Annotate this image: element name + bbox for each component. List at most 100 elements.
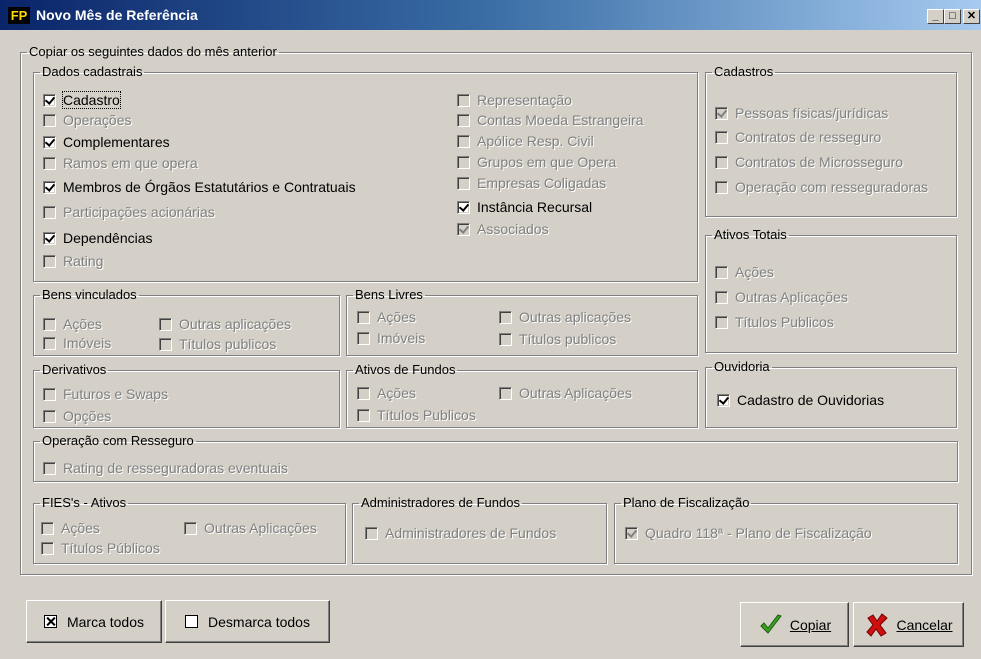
checkbox-box[interactable] <box>159 317 172 331</box>
checkbox-label: Operação com resseguradoras <box>735 179 928 195</box>
checkbox-at-outras[interactable]: Outras Aplicações <box>715 289 848 305</box>
checkbox-box[interactable] <box>365 526 378 540</box>
checkbox-box[interactable] <box>357 408 370 422</box>
checkbox-label: Outras Aplicações <box>735 289 848 305</box>
checkbox-box[interactable] <box>43 93 56 107</box>
checkbox-box[interactable] <box>43 231 56 245</box>
checkbox-label: Instância Recursal <box>477 199 593 215</box>
checkbox-box[interactable] <box>715 265 728 279</box>
checkbox-box[interactable] <box>457 93 470 107</box>
checkbox-at-acoes[interactable]: Ações <box>715 264 774 280</box>
checkbox-box[interactable] <box>41 541 54 555</box>
checkbox-af-titulos[interactable]: Títulos Publicos <box>357 407 476 423</box>
checkbox-at-titulos[interactable]: Títulos Publicos <box>715 314 834 330</box>
checkbox-contratos-resseguro[interactable]: Contratos de resseguro <box>715 129 881 145</box>
checkbox-bv-titulos[interactable]: Títulos publicos <box>159 336 276 352</box>
checkbox-label: Empresas Coligadas <box>477 175 607 191</box>
checkbox-af-outras[interactable]: Outras Aplicações <box>499 385 632 401</box>
checkbox-associados[interactable]: Associados <box>457 221 549 237</box>
checkbox-box[interactable] <box>457 200 470 214</box>
checkbox-box[interactable] <box>357 310 370 324</box>
checkbox-box[interactable] <box>184 521 197 535</box>
checkbox-box[interactable] <box>43 336 56 350</box>
checkbox-box[interactable] <box>499 310 512 324</box>
checkbox-box[interactable] <box>43 254 56 268</box>
checkbox-box[interactable] <box>457 176 470 190</box>
checkbox-instancia-recursal[interactable]: Instância Recursal <box>457 199 592 215</box>
checkbox-fies-titulos[interactable]: Títulos Públicos <box>41 540 160 556</box>
checkbox-box[interactable] <box>715 290 728 304</box>
checkbox-box[interactable] <box>457 222 470 236</box>
checkbox-cadastro[interactable]: Cadastro <box>43 91 121 109</box>
minimize-button[interactable]: _ <box>927 9 944 24</box>
checkbox-box[interactable] <box>43 205 56 219</box>
checkbox-box[interactable] <box>717 393 730 407</box>
checkbox-fies-outras[interactable]: Outras Aplicações <box>184 520 317 536</box>
checkbox-label: Títulos publicos <box>179 336 277 352</box>
checkbox-grupos[interactable]: Grupos em que Opera <box>457 154 616 170</box>
checkbox-cadastro-ouvidorias[interactable]: Cadastro de Ouvidorias <box>717 392 884 408</box>
checkbox-quadro-118[interactable]: Quadro 118ª - Plano de Fiscalização <box>625 525 872 541</box>
checkbox-box[interactable] <box>41 521 54 535</box>
checkbox-bv-acoes[interactable]: Ações <box>43 316 102 332</box>
checkbox-box[interactable] <box>499 332 512 346</box>
checkbox-apolice[interactable]: Apólice Resp. Civil <box>457 133 594 149</box>
checkbox-bl-titulos[interactable]: Títulos publicos <box>499 331 616 347</box>
window-title: Novo Mês de Referência <box>36 7 198 23</box>
checkbox-complementares[interactable]: Complementares <box>43 134 170 150</box>
checkbox-box[interactable] <box>715 180 728 194</box>
checkbox-ramos[interactable]: Ramos em que opera <box>43 155 198 171</box>
checkbox-af-acoes[interactable]: Ações <box>357 385 416 401</box>
checkbox-dependencias[interactable]: Dependências <box>43 230 153 246</box>
checkbox-box[interactable] <box>43 135 56 149</box>
checkbox-bl-acoes[interactable]: Ações <box>357 309 416 325</box>
checkbox-box[interactable] <box>499 386 512 400</box>
checkbox-box[interactable] <box>625 526 638 540</box>
checkbox-box[interactable] <box>43 461 56 475</box>
checkbox-participacoes[interactable]: Participações acionárias <box>43 204 215 220</box>
maximize-button[interactable]: □ <box>944 9 961 24</box>
checkbox-contas-moeda[interactable]: Contas Moeda Estrangeira <box>457 112 644 128</box>
checkbox-box[interactable] <box>715 315 728 329</box>
checkbox-box[interactable] <box>457 134 470 148</box>
checkbox-operacoes[interactable]: Operações <box>43 112 131 128</box>
checkbox-label: Apólice Resp. Civil <box>477 133 594 149</box>
checkbox-futuros-swaps[interactable]: Futuros e Swaps <box>43 386 168 402</box>
checkbox-rating[interactable]: Rating <box>43 253 103 269</box>
checkbox-box[interactable] <box>715 106 728 120</box>
checkbox-opcoes[interactable]: Opções <box>43 408 111 424</box>
checkbox-box[interactable] <box>457 113 470 127</box>
checkbox-box[interactable] <box>43 180 56 194</box>
checkbox-box[interactable] <box>159 337 172 351</box>
close-button[interactable]: ✕ <box>963 9 980 24</box>
checkbox-box[interactable] <box>43 156 56 170</box>
desmarca-todos-button[interactable]: Desmarca todos <box>165 600 330 643</box>
checkbox-box[interactable] <box>715 130 728 144</box>
fies-legend: FIES's - Ativos <box>42 495 127 510</box>
checkbox-box[interactable] <box>43 409 56 423</box>
checkbox-box[interactable] <box>357 331 370 345</box>
checkbox-representacao[interactable]: Representação <box>457 92 572 108</box>
checkbox-bl-imoveis[interactable]: Imóveis <box>357 330 425 346</box>
checkbox-administradores[interactable]: Administradores de Fundos <box>365 525 556 541</box>
checkbox-pessoas[interactable]: Pessoas físicas/jurídicas <box>715 105 888 121</box>
checkbox-box[interactable] <box>357 386 370 400</box>
checkbox-membros[interactable]: Membros de Órgãos Estatutários e Contrat… <box>43 179 356 195</box>
checkbox-operacao-resseguradoras[interactable]: Operação com resseguradoras <box>715 179 928 195</box>
checkbox-bl-outras[interactable]: Outras aplicações <box>499 309 631 325</box>
checkbox-box[interactable] <box>457 155 470 169</box>
checkbox-box[interactable] <box>43 317 56 331</box>
checkbox-box[interactable] <box>715 155 728 169</box>
cancelar-button[interactable]: Cancelar <box>853 602 964 647</box>
checkbox-box[interactable] <box>43 113 56 127</box>
copiar-button[interactable]: Copiar <box>740 602 849 647</box>
checkbox-box[interactable] <box>43 387 56 401</box>
checkbox-empresas-coligadas[interactable]: Empresas Coligadas <box>457 175 606 191</box>
marca-todos-button[interactable]: Marca todos <box>26 600 162 643</box>
checkbox-contratos-microsseguro[interactable]: Contratos de Microsseguro <box>715 154 903 170</box>
checkbox-bv-outras[interactable]: Outras aplicações <box>159 316 291 332</box>
checkbox-bv-imoveis[interactable]: Imóveis <box>43 335 111 351</box>
checkbox-rating-resseguradoras[interactable]: Rating de resseguradoras eventuais <box>43 460 288 476</box>
cancelar-accel: Cancelar <box>896 616 953 633</box>
checkbox-fies-acoes[interactable]: Ações <box>41 520 100 536</box>
